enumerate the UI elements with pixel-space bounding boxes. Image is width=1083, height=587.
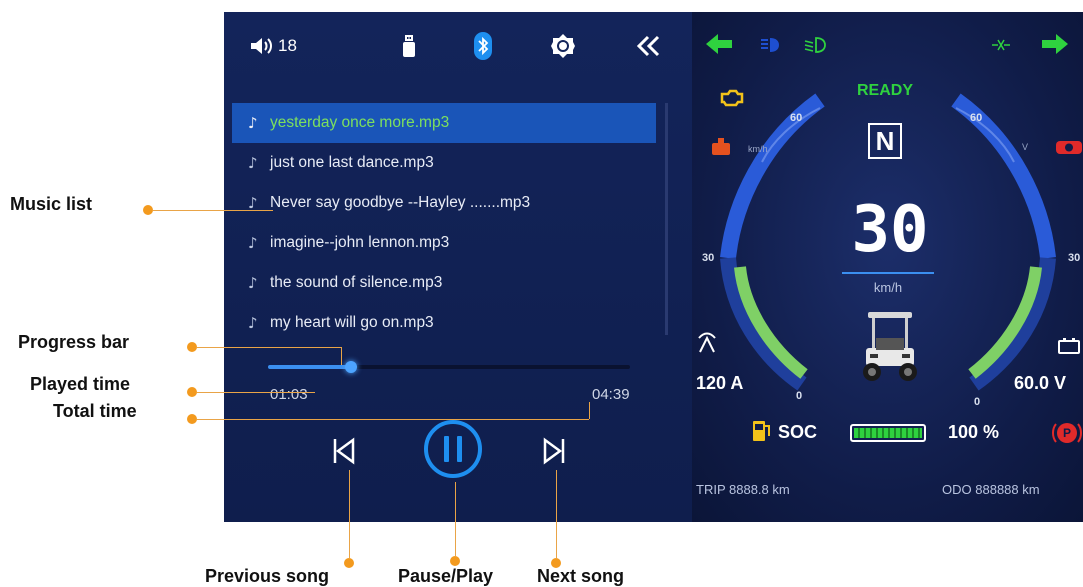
previous-song-button[interactable] xyxy=(330,437,358,470)
progress-bar[interactable] xyxy=(268,361,630,373)
bluetooth-icon xyxy=(474,32,492,60)
left-tick-0: 0 xyxy=(796,390,803,402)
music-note-icon: ♪ xyxy=(248,114,258,132)
song-title: yesterday once more.mp3 xyxy=(270,114,450,131)
pause-icon xyxy=(422,418,484,485)
annotation-dot xyxy=(187,387,197,397)
trip-meter: TRIP 8888.8 km xyxy=(696,482,790,497)
battery-voltage-icon xyxy=(1058,338,1080,359)
speed-value: 30 xyxy=(851,193,929,267)
left-gauge-unit: km/h xyxy=(748,144,768,154)
voltage-value: 60.0 V xyxy=(1014,373,1067,393)
speaker-icon xyxy=(250,37,272,55)
current-icon xyxy=(697,332,717,359)
played-time: 01:03 xyxy=(270,386,308,403)
annotation-line xyxy=(556,470,557,558)
music-list-item[interactable]: ♪ just one last dance.mp3 xyxy=(232,143,656,183)
music-list: ♪ yesterday once more.mp3 ♪ just one las… xyxy=(232,103,656,335)
annotation-previous-song: Previous song xyxy=(205,566,330,586)
annotation-line xyxy=(197,347,341,348)
annotation-dot xyxy=(450,556,460,566)
annotation-dot xyxy=(344,558,354,568)
odometer: ODO 888888 km xyxy=(942,482,1040,497)
bluetooth-button[interactable] xyxy=(474,26,492,66)
annotation-line xyxy=(197,392,315,393)
soc-battery-bar xyxy=(850,424,926,442)
music-list-item[interactable]: ♪ my heart will go on.mp3 xyxy=(232,303,656,343)
annotation-music-list: Music list xyxy=(10,194,93,214)
svg-text:P: P xyxy=(1063,426,1071,440)
music-note-icon: ♪ xyxy=(248,234,258,252)
soc-value: 100 % xyxy=(948,422,1000,442)
progress-fill xyxy=(268,365,352,369)
soc-battery-fill xyxy=(854,428,922,438)
annotation-line xyxy=(589,402,590,419)
current-value: 120 A xyxy=(696,373,744,393)
music-list-scrollbar[interactable] xyxy=(665,103,668,335)
device-screen: 18 ♪ yesterday once more.mp3 ♪ just one … xyxy=(224,12,1083,522)
usb-button[interactable] xyxy=(402,26,416,66)
song-title: imagine--john lennon.mp3 xyxy=(270,234,450,251)
right-gauge-unit: V xyxy=(1022,142,1029,152)
music-list-item[interactable]: ♪ the sound of silence.mp3 xyxy=(232,263,656,303)
annotation-played-time: Played time xyxy=(30,374,131,394)
charging-icon xyxy=(752,418,772,447)
song-title: the sound of silence.mp3 xyxy=(270,274,443,291)
annotation-line xyxy=(455,482,456,556)
gear-indicator: N xyxy=(868,123,902,159)
song-title: my heart will go on.mp3 xyxy=(270,314,434,331)
right-tick-60: 60 xyxy=(970,112,983,124)
annotation-dot xyxy=(187,342,197,352)
collapse-button[interactable] xyxy=(636,26,662,66)
soc-label: SOC xyxy=(778,422,818,442)
gauge-arcs xyxy=(720,93,1056,391)
parking-brake-icon: P xyxy=(1052,421,1082,450)
brightness-icon xyxy=(550,33,576,59)
left-tick-30: 30 xyxy=(702,252,715,264)
song-title: just one last dance.mp3 xyxy=(270,154,434,171)
annotation-total-time: Total time xyxy=(53,401,137,421)
progress-handle[interactable] xyxy=(345,361,358,373)
next-icon xyxy=(542,437,566,470)
music-note-icon: ♪ xyxy=(248,314,258,332)
previous-icon xyxy=(332,437,356,470)
music-player-panel: 18 ♪ yesterday once more.mp3 ♪ just one … xyxy=(224,12,692,522)
usb-icon xyxy=(402,34,416,58)
annotation-dot xyxy=(187,414,197,424)
song-title: Never say goodbye --Hayley .......mp3 xyxy=(270,194,531,211)
annotation-line xyxy=(341,347,342,365)
volume-level: 18 xyxy=(278,36,297,55)
music-list-item[interactable]: ♪ Never say goodbye --Hayley .......mp3 xyxy=(232,183,656,223)
annotation-line xyxy=(197,419,589,420)
annotation-dot xyxy=(143,205,153,215)
odo-value: 888888 km xyxy=(975,482,1040,497)
music-list-item[interactable]: ♪ imagine--john lennon.mp3 xyxy=(232,223,656,263)
annotation-progress-bar: Progress bar xyxy=(18,332,130,352)
music-note-icon: ♪ xyxy=(248,274,258,292)
dashboard-panel: READY 60 30 0 km/h 60 30 0 V N 30 km/h 1… xyxy=(692,12,1083,522)
right-tick-30: 30 xyxy=(1068,252,1081,264)
volume-control[interactable]: 18 xyxy=(250,26,297,66)
status-bar: 18 xyxy=(224,26,692,66)
annotation-pause-play: Pause/Play xyxy=(398,566,494,586)
annotation-line xyxy=(153,210,273,211)
left-tick-60: 60 xyxy=(790,112,803,124)
music-list-item[interactable]: ♪ yesterday once more.mp3 xyxy=(232,103,656,143)
trip-value: 8888.8 km xyxy=(729,482,790,497)
annotation-next-song: Next song xyxy=(537,566,625,586)
annotation-line xyxy=(349,470,350,558)
speed-unit: km/h xyxy=(873,280,903,295)
next-song-button[interactable] xyxy=(540,437,568,470)
pause-play-button[interactable] xyxy=(422,418,484,485)
right-tick-0: 0 xyxy=(974,396,981,408)
music-note-icon: ♪ xyxy=(248,154,258,172)
brightness-button[interactable] xyxy=(550,26,576,66)
odo-label: ODO xyxy=(942,482,972,497)
golf-cart-icon xyxy=(858,310,922,391)
trip-label: TRIP xyxy=(696,482,726,497)
total-time: 04:39 xyxy=(592,386,630,403)
collapse-icon xyxy=(636,35,662,57)
